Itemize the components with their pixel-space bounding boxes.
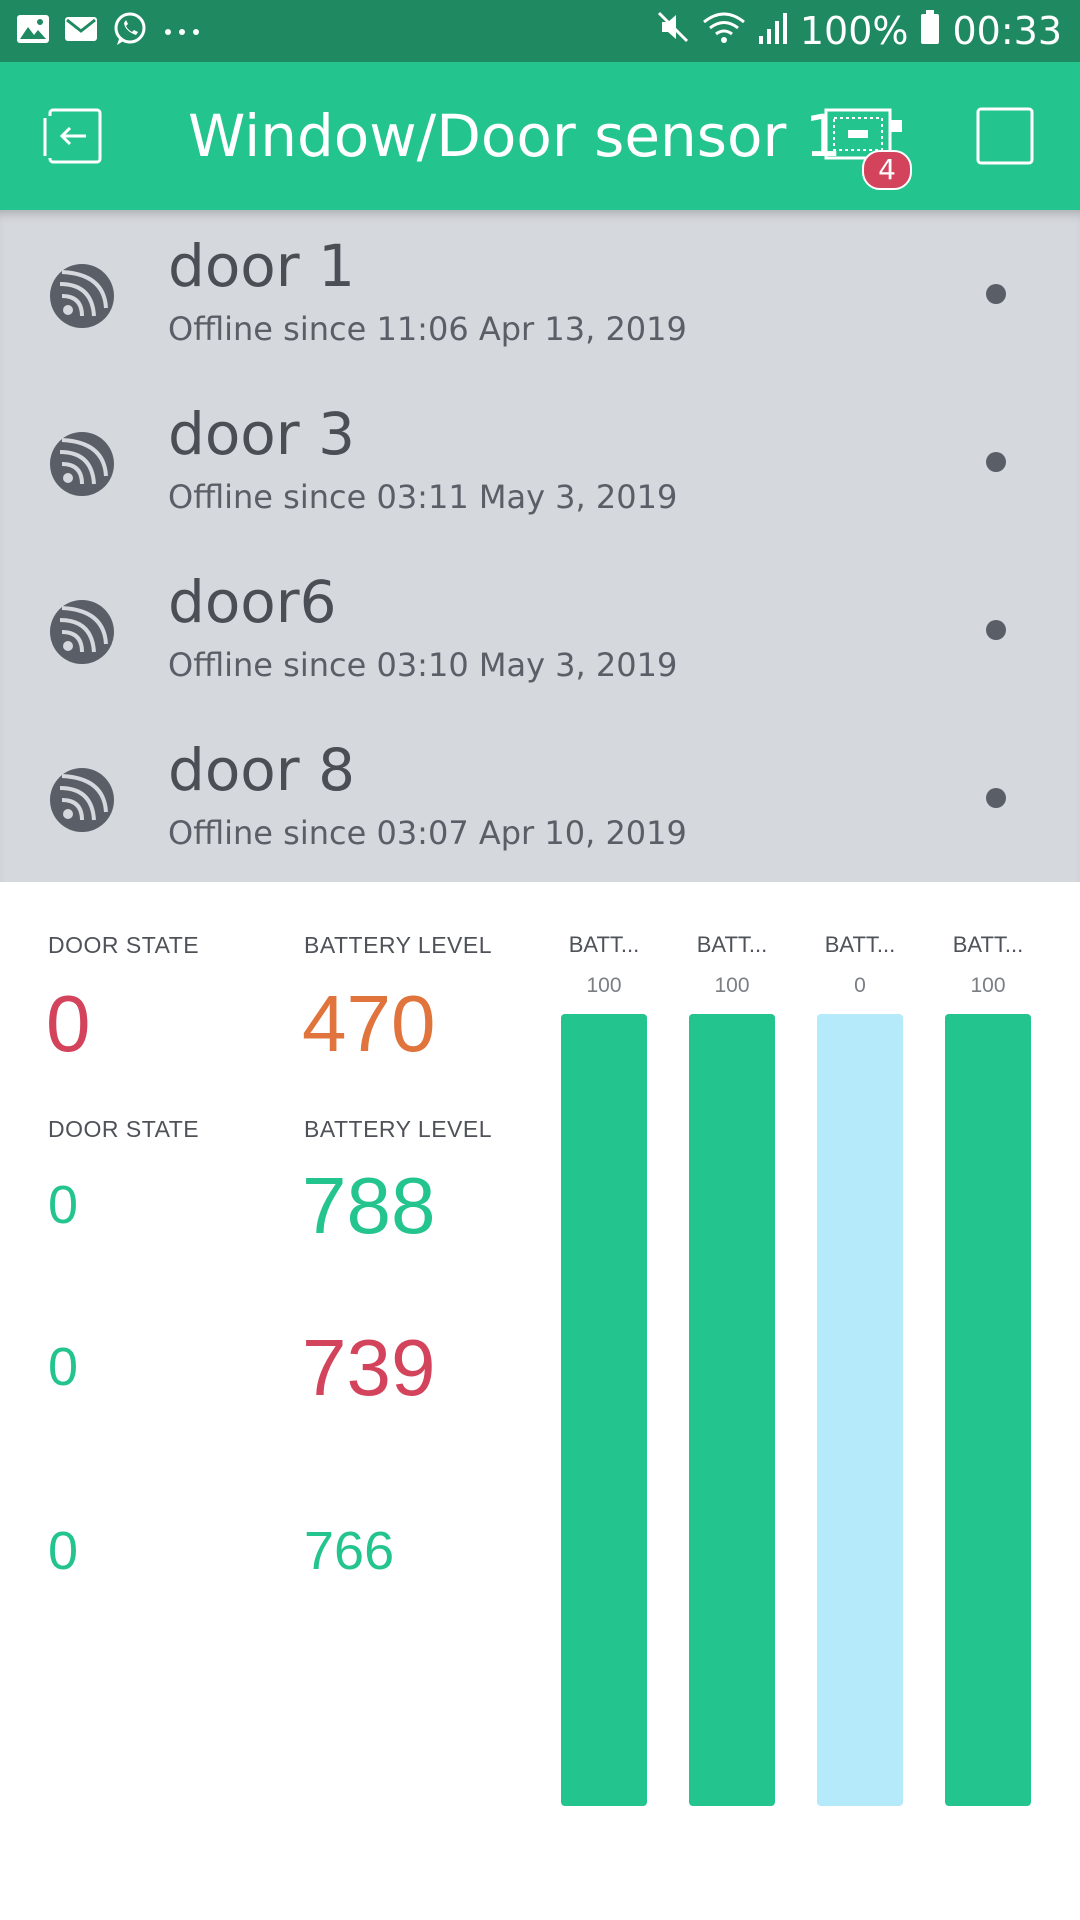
esp-chip-icon (48, 430, 116, 502)
esp-chip-icon (48, 598, 116, 670)
status-bar: 100% 00:33 (0, 0, 1080, 62)
device-list: door 1 Offline since 11:06 Apr 13, 2019 … (0, 210, 1080, 882)
door-state-value[interactable]: 0 (48, 1520, 78, 1582)
battery-bar-max: 100 (586, 974, 622, 997)
battery-bar-label: BATT... (568, 932, 640, 957)
image-icon (16, 14, 50, 48)
door-state-value[interactable]: 0 (48, 1174, 78, 1236)
battery-bar-max: 0 (854, 974, 866, 997)
battery-level-label: BATTERY LEVEL (304, 1116, 493, 1142)
battery-icon (920, 9, 940, 53)
battery-level-bar[interactable] (945, 1014, 1031, 1806)
device-item[interactable]: door 8 Offline since 03:07 Apr 10, 2019 (0, 714, 1080, 882)
battery-level-value[interactable]: 788 (302, 1160, 435, 1252)
door-state-value[interactable]: 0 (48, 1336, 78, 1398)
page-title: Window/Door sensor 1 (188, 102, 842, 170)
more-dots-icon (162, 22, 202, 41)
battery-level-fill (945, 1014, 1031, 1806)
device-name: door6 (168, 568, 337, 636)
exit-dashboard-icon[interactable] (40, 106, 106, 170)
device-status: Offline since 03:10 May 3, 2019 (168, 646, 678, 684)
battery-bar-label: BATT... (696, 932, 768, 957)
battery-level-value[interactable]: 470 (302, 978, 435, 1070)
add-widget-icon[interactable] (976, 107, 1034, 169)
door-state-label: DOOR STATE (48, 932, 200, 958)
battery-level-value[interactable]: 739 (302, 1322, 435, 1414)
battery-level-bar[interactable] (817, 1014, 903, 1806)
device-name: door 1 (168, 232, 355, 300)
device-item[interactable]: door 3 Offline since 03:11 May 3, 2019 (0, 378, 1080, 546)
battery-level-value[interactable]: 766 (304, 1520, 394, 1582)
whatsapp-icon (112, 11, 148, 51)
offline-indicator (986, 788, 1006, 808)
battery-level-fill (689, 1014, 775, 1806)
mute-icon (656, 9, 690, 53)
mail-icon (64, 15, 98, 47)
signal-icon (758, 9, 788, 53)
battery-level-fill (561, 1014, 647, 1806)
device-status: Offline since 11:06 Apr 13, 2019 (168, 310, 687, 348)
battery-percent: 100% (799, 9, 909, 53)
battery-level-bar[interactable] (689, 1014, 775, 1806)
device-item[interactable]: door6 Offline since 03:10 May 3, 2019 (0, 546, 1080, 714)
esp-chip-icon (48, 262, 116, 334)
device-status: Offline since 03:07 Apr 10, 2019 (168, 814, 687, 852)
offline-indicator (986, 620, 1006, 640)
battery-level-bar[interactable] (561, 1014, 647, 1806)
device-item[interactable]: door 1 Offline since 11:06 Apr 13, 2019 (0, 210, 1080, 378)
door-state-label: DOOR STATE (48, 1116, 200, 1142)
offline-indicator (986, 284, 1006, 304)
device-name: door 3 (168, 400, 355, 468)
app-bar: Window/Door sensor 1 (0, 62, 1080, 210)
device-name: door 8 (168, 736, 355, 804)
offline-indicator (986, 452, 1006, 472)
device-status: Offline since 03:11 May 3, 2019 (168, 478, 678, 516)
battery-bar-label: BATT... (952, 932, 1024, 957)
battery-level-label: BATTERY LEVEL (304, 932, 493, 958)
door-state-value[interactable]: 0 (46, 978, 91, 1070)
device-count-badge: 4 (862, 150, 912, 190)
battery-bar-max: 100 (970, 974, 1006, 997)
battery-bar-label: BATT... (824, 932, 896, 957)
status-time: 00:33 (952, 9, 1062, 53)
esp-chip-icon (48, 766, 116, 838)
battery-bar-max: 100 (714, 974, 750, 997)
wifi-icon (702, 9, 746, 53)
